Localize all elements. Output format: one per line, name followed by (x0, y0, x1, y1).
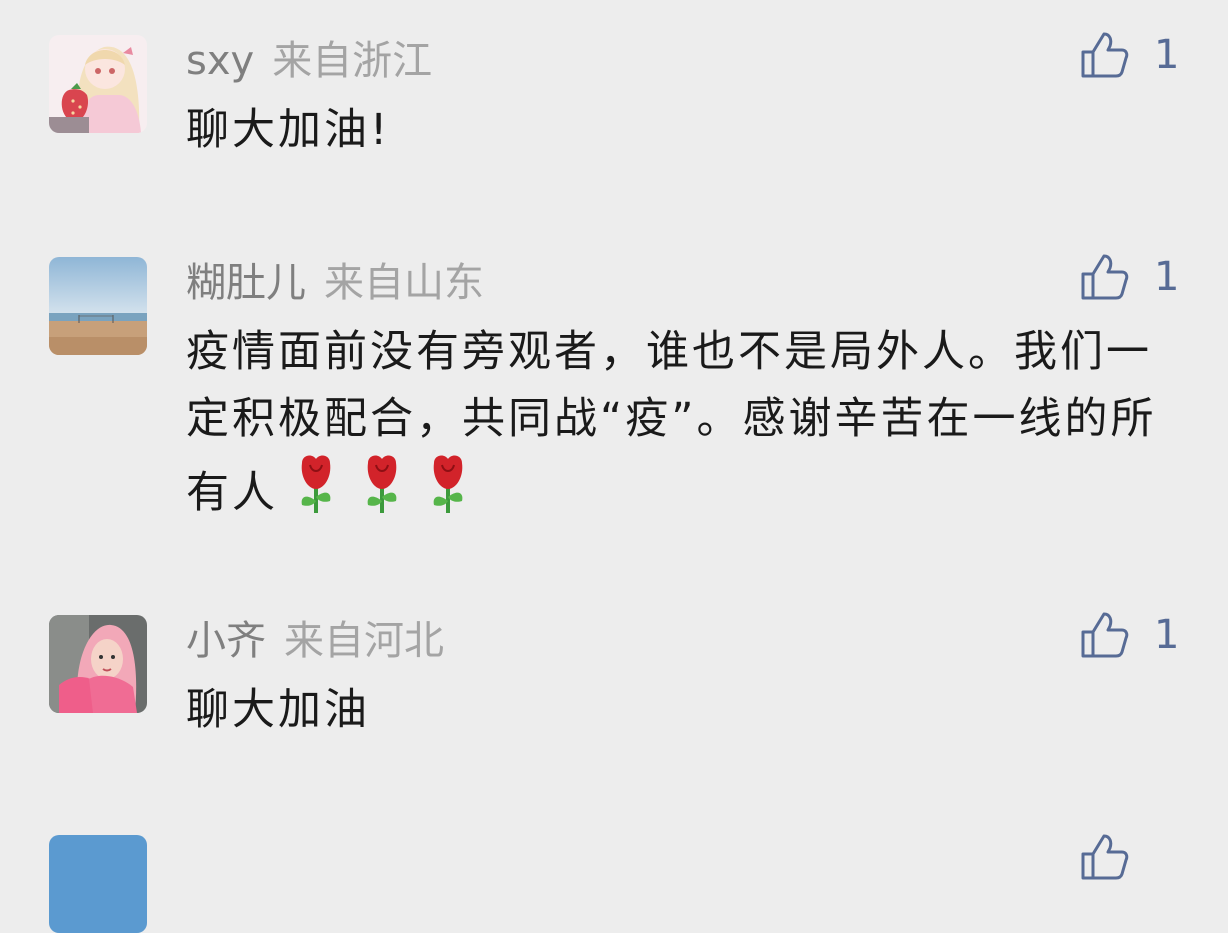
anime-girl-strawberry-avatar-icon (49, 35, 147, 133)
rose-emoji-icon (288, 453, 344, 515)
commenter-location: 来自浙江 (272, 38, 433, 84)
like-button[interactable] (1080, 829, 1130, 885)
avatar[interactable] (49, 615, 147, 713)
thumbs-up-icon (1081, 612, 1129, 658)
commenter-name[interactable]: 小齐 (186, 618, 266, 664)
commenter-name[interactable]: sxy (186, 38, 254, 84)
commenter-location: 来自山东 (324, 260, 484, 306)
comment-text-content: 聊大加油! (186, 105, 391, 155)
like-count: 1 (1154, 254, 1180, 300)
pink-hair-girl-avatar-icon (49, 615, 147, 713)
comment-text-content: 聊大加油 (186, 685, 370, 735)
rose-emoji-icon (420, 453, 476, 515)
avatar[interactable] (49, 835, 147, 933)
thumbs-up-icon (1081, 32, 1129, 78)
comment-meta: 小齐 来自河北 (186, 617, 444, 665)
comment-text: 疫情面前没有旁观者，谁也不是局外人。我们一定积极配合，共同战“疫”。感谢辛苦在一… (186, 319, 1166, 527)
comment-meta: sxy 来自浙江 (186, 37, 432, 85)
rose-emoji-icon (354, 453, 410, 515)
like-count: 1 (1154, 612, 1180, 658)
commenter-name[interactable]: 糊肚儿 (186, 260, 306, 306)
beach-photo-avatar-icon (49, 257, 147, 355)
thumbs-up-icon (1081, 254, 1129, 300)
like-button[interactable]: 1 (1080, 27, 1179, 83)
like-button[interactable]: 1 (1080, 607, 1179, 663)
commenter-location: 来自河北 (284, 618, 444, 664)
comment-meta: 糊肚儿 来自山东 (186, 259, 484, 307)
comment-text: 聊大加油 (186, 677, 1166, 744)
like-count: 1 (1154, 32, 1180, 78)
comment-text: 聊大加油! (186, 97, 1166, 164)
avatar[interactable] (49, 257, 147, 355)
like-button[interactable]: 1 (1080, 249, 1179, 305)
avatar[interactable] (49, 35, 147, 133)
thumbs-up-icon (1081, 834, 1129, 880)
